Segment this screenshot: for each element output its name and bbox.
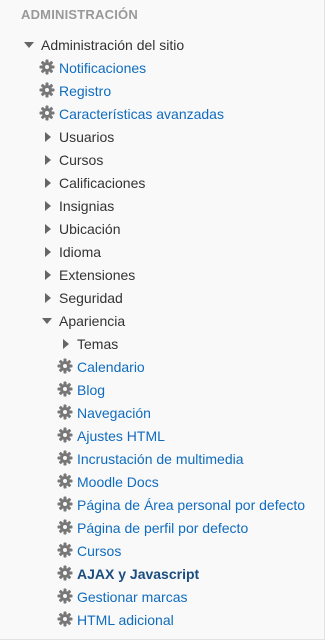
gear-icon [57, 519, 73, 535]
triangle-right-icon [45, 132, 51, 142]
tree-node-cursos[interactable]: Cursos [0, 149, 320, 172]
tree-link-gestionar-marcas[interactable]: Gestionar marcas [0, 586, 320, 609]
gear-icon [57, 611, 73, 627]
tree-link-incrustacion-multimedia[interactable]: Incrustación de multimedia [0, 448, 320, 471]
tree-link-label[interactable]: Gestionar marcas [77, 589, 187, 606]
tree-link-label[interactable]: Incrustación de multimedia [77, 451, 244, 468]
tree-node-idioma[interactable]: Idioma [0, 241, 320, 264]
tree-link-calendario[interactable]: Calendario [0, 356, 320, 379]
tree-link-label[interactable]: Blog [77, 382, 105, 399]
tree-link-area-personal[interactable]: Página de Área personal por defecto [0, 494, 320, 517]
tree-link-perfil-defecto[interactable]: Página de perfil por defecto [0, 517, 320, 540]
tree-link-label[interactable]: Cursos [77, 543, 121, 560]
tree-link-html-adicional[interactable]: HTML adicional [0, 609, 320, 632]
gear-icon [57, 404, 73, 420]
tree-link-blog[interactable]: Blog [0, 379, 320, 402]
triangle-right-icon [45, 224, 51, 234]
tree-node-site-administration[interactable]: Administración del sitio [0, 34, 320, 57]
tree-link-cursos[interactable]: Cursos [0, 540, 320, 563]
tree-link-label[interactable]: Navegación [77, 405, 151, 422]
tree-link-label[interactable]: Página de Área personal por defecto [77, 497, 305, 514]
block-title: ADMINISTRACIÓN [21, 7, 138, 22]
tree-node-label: Idioma [59, 244, 102, 260]
tree-node-label: Calificaciones [59, 175, 146, 191]
tree-node-label: Temas [77, 336, 119, 352]
tree-node-calificaciones[interactable]: Calificaciones [0, 172, 320, 195]
gear-icon [57, 496, 73, 512]
tree-link-label[interactable]: HTML adicional [77, 612, 174, 629]
tree-link-label[interactable]: Características avanzadas [59, 106, 224, 123]
tree-link-label[interactable]: Notificaciones [59, 60, 146, 77]
gear-icon [39, 82, 55, 98]
tree-link-ajax-javascript-active[interactable]: AJAX y Javascript [0, 563, 320, 586]
gear-icon [57, 450, 73, 466]
tree-node-seguridad[interactable]: Seguridad [0, 287, 320, 310]
gear-icon [39, 59, 55, 75]
tree-link-registro[interactable]: Registro [0, 80, 320, 103]
tree-node-ubicacion[interactable]: Ubicación [0, 218, 320, 241]
tree-link-label[interactable]: Moodle Docs [77, 474, 159, 491]
gear-icon [57, 542, 73, 558]
tree-link-caracteristicas-avanzadas[interactable]: Características avanzadas [0, 103, 320, 126]
tree-node-usuarios[interactable]: Usuarios [0, 126, 320, 149]
triangle-down-icon [42, 318, 52, 324]
triangle-right-icon [45, 270, 51, 280]
tree-link-label[interactable]: Registro [59, 83, 111, 100]
tree-node-label: Seguridad [59, 290, 123, 306]
tree-link-moodle-docs[interactable]: Moodle Docs [0, 471, 320, 494]
gear-icon [57, 588, 73, 604]
tree-link-notificaciones[interactable]: Notificaciones [0, 57, 320, 80]
triangle-right-icon [45, 178, 51, 188]
tree-link-ajustes-html[interactable]: Ajustes HTML [0, 425, 320, 448]
gear-icon [57, 565, 73, 581]
tree-node-label: Administración del sitio [41, 37, 185, 53]
tree-node-label: Insignias [59, 198, 115, 214]
tree-node-apariencia[interactable]: Apariencia [0, 310, 320, 333]
tree-node-label: Ubicación [59, 221, 121, 237]
gear-icon [57, 473, 73, 489]
tree-link-label[interactable]: Ajustes HTML [77, 428, 165, 445]
tree-node-label: Apariencia [59, 313, 126, 329]
tree-link-navegacion[interactable]: Navegación [0, 402, 320, 425]
gear-icon [57, 427, 73, 443]
tree-node-extensiones[interactable]: Extensiones [0, 264, 320, 287]
tree-node-insignias[interactable]: Insignias [0, 195, 320, 218]
tree-node-label: Extensiones [59, 267, 136, 283]
tree-link-label[interactable]: Página de perfil por defecto [77, 520, 248, 537]
triangle-right-icon [45, 247, 51, 257]
triangle-down-icon [24, 42, 34, 48]
administration-block: ADMINISTRACIÓN Administración del sitio … [0, 0, 325, 640]
tree-link-label[interactable]: Calendario [77, 359, 145, 376]
triangle-right-icon [63, 339, 69, 349]
tree-node-label: Cursos [59, 152, 104, 168]
triangle-right-icon [45, 293, 51, 303]
tree-node-label: Usuarios [59, 129, 115, 145]
tree-node-temas[interactable]: Temas [0, 333, 320, 356]
gear-icon [57, 381, 73, 397]
triangle-right-icon [45, 155, 51, 165]
gear-icon [39, 105, 55, 121]
tree-link-label-active[interactable]: AJAX y Javascript [77, 566, 199, 583]
triangle-right-icon [45, 201, 51, 211]
gear-icon [57, 358, 73, 374]
